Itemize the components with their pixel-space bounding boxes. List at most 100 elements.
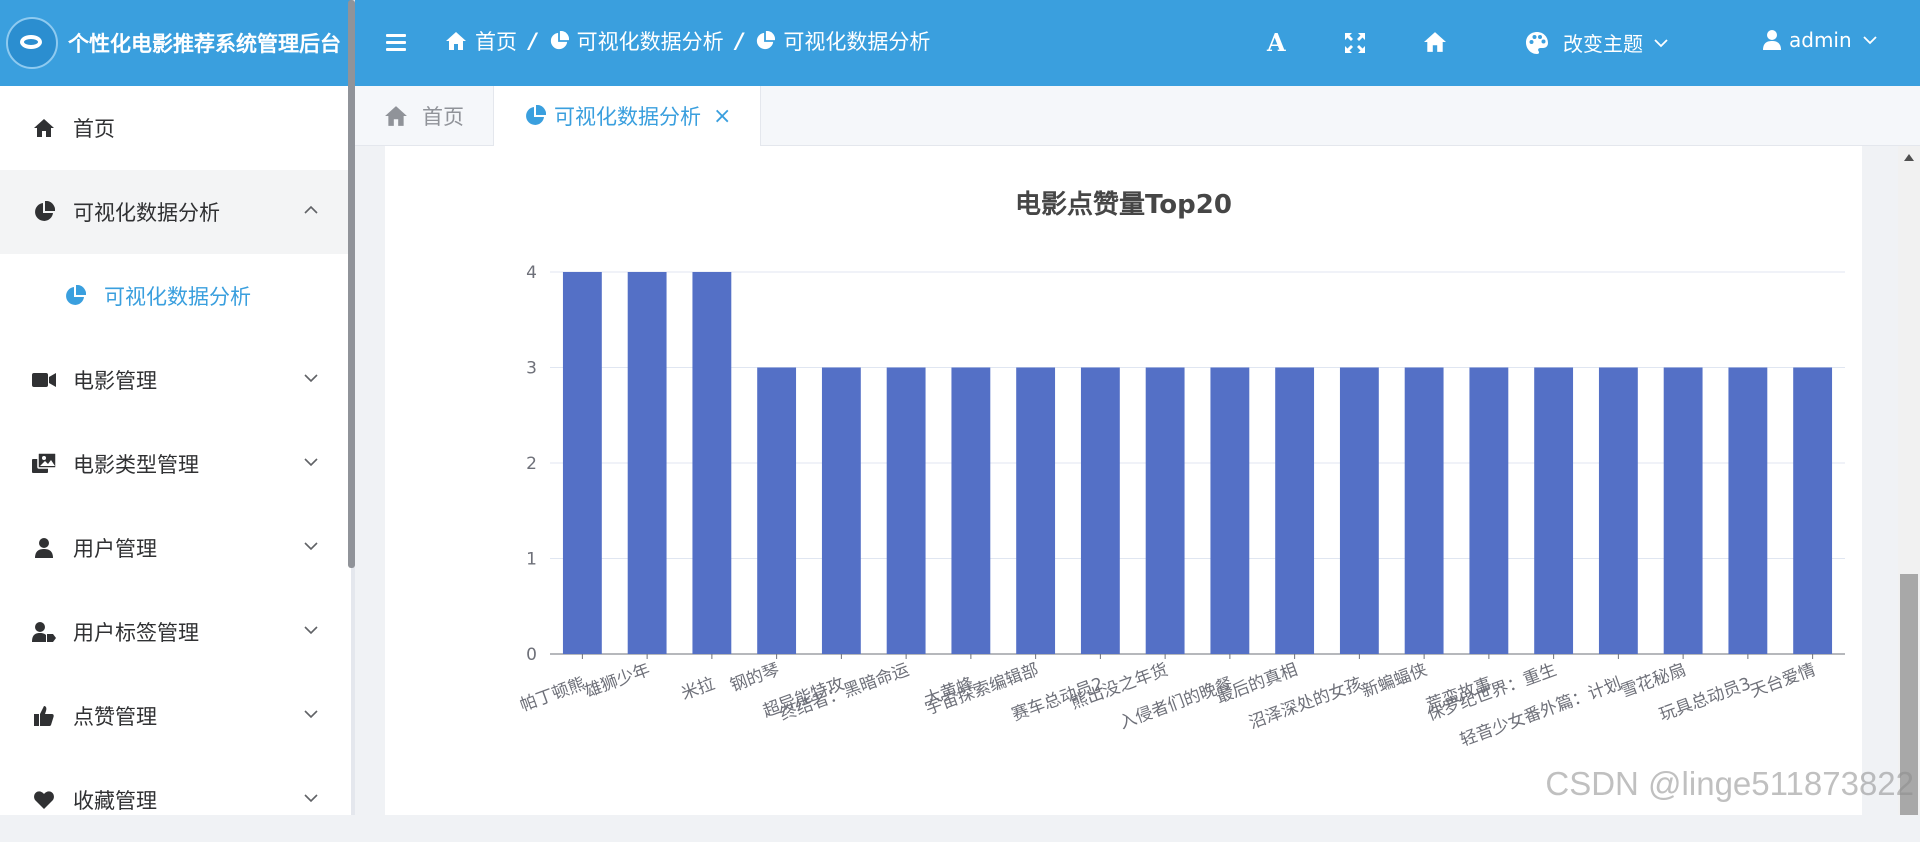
bar[interactable]	[1598, 367, 1638, 655]
tab-data-analysis[interactable]: 可视化数据分析 ×	[493, 86, 761, 146]
palette-icon	[1526, 31, 1548, 54]
pie-chart-icon	[757, 31, 776, 50]
bar[interactable]	[1145, 367, 1185, 655]
x-tick-label: 帕丁顿熊	[517, 674, 588, 716]
sidebar-scrollbar[interactable]	[348, 0, 355, 568]
x-tick-label: 天台爱情	[1748, 660, 1819, 702]
sidebar-subitem-data-analysis[interactable]: 可视化数据分析	[0, 254, 351, 338]
content-scrollbar[interactable]	[1898, 146, 1920, 815]
bar[interactable]	[821, 367, 861, 655]
home-icon	[32, 116, 56, 140]
tab-label: 首页	[422, 105, 464, 129]
breadcrumb-separator: /	[735, 29, 744, 53]
bar[interactable]	[1663, 367, 1703, 655]
user-icon	[1763, 30, 1781, 50]
sidebar-item-user-tag-management[interactable]: 用户标签管理	[0, 590, 351, 674]
bar[interactable]	[627, 272, 667, 654]
y-tick-label: 1	[526, 550, 537, 570]
user-dropdown[interactable]: admin	[1763, 28, 1878, 52]
sidebar: 个性化电影推荐系统管理后台 首页 可视化数据分析 可视化数据分析 电影管理 电影…	[0, 0, 351, 815]
pie-chart-icon	[526, 105, 546, 125]
close-tab-icon[interactable]: ×	[713, 104, 731, 129]
pie-chart-icon	[63, 284, 87, 308]
bar[interactable]	[1469, 367, 1509, 655]
sidebar-item-genre-management[interactable]: 电影类型管理	[0, 422, 351, 506]
font-icon: A	[1267, 28, 1286, 57]
home-icon	[446, 32, 466, 50]
chevron-up-icon	[304, 205, 318, 214]
bar[interactable]	[951, 367, 991, 655]
sidebar-item-home[interactable]: 首页	[0, 86, 351, 170]
bar[interactable]	[886, 367, 926, 655]
user-tag-icon	[32, 620, 56, 644]
bar[interactable]	[1339, 367, 1379, 655]
x-tick-label: 雪花秘扇	[1618, 660, 1689, 702]
video-camera-icon	[32, 368, 56, 392]
theme-dropdown[interactable]: 改变主题	[1525, 28, 1669, 57]
sidebar-item-label: 电影类型管理	[73, 453, 199, 477]
bar[interactable]	[1080, 367, 1120, 655]
bar[interactable]	[562, 272, 602, 654]
bar[interactable]	[1534, 367, 1574, 655]
sidebar-item-label: 可视化数据分析	[73, 201, 220, 225]
top-header: 首页 / 可视化数据分析 / 可视化数据分析 A 改变主题 admin	[355, 0, 1920, 86]
bar[interactable]	[692, 272, 732, 654]
watermark: CSDN @linge511873822	[1545, 765, 1914, 802]
y-tick-label: 0	[526, 645, 537, 665]
bar-chart: 01234帕丁顿熊雄狮少年 米拉 钢的琴超异能特攻终结者：黑暗命运 大黄蜂宇宙探索编辑…	[517, 263, 1845, 751]
chart-title: 电影点赞量Top20	[1015, 190, 1232, 220]
sidebar-item-user-management[interactable]: 用户管理	[0, 506, 351, 590]
sidebar-item-data-analysis[interactable]: 可视化数据分析	[0, 170, 351, 254]
theme-label: 改变主题	[1563, 32, 1643, 56]
sidebar-item-label: 用户标签管理	[73, 621, 199, 645]
chevron-down-icon	[1654, 38, 1668, 47]
x-tick-label: 米拉	[679, 674, 718, 704]
bar[interactable]	[757, 367, 797, 655]
home-icon	[1424, 32, 1446, 52]
sidebar-item-like-management[interactable]: 点赞管理	[0, 674, 351, 758]
x-tick-label: 新蝙蝠侠	[1359, 660, 1430, 702]
sidebar-item-label: 电影管理	[73, 369, 157, 393]
breadcrumb-data-analysis[interactable]: 可视化数据分析	[549, 26, 724, 56]
bar[interactable]	[1016, 367, 1056, 655]
font-size-button[interactable]: A	[1267, 28, 1286, 57]
sidebar-item-label: 首页	[73, 117, 115, 141]
thumbs-up-icon	[32, 704, 56, 728]
bar[interactable]	[1793, 367, 1833, 655]
breadcrumb-label: 首页	[475, 30, 517, 54]
chevron-down-icon	[304, 542, 318, 551]
fullscreen-icon	[1345, 33, 1365, 53]
chevron-down-icon	[304, 794, 318, 803]
brand-header: 个性化电影推荐系统管理后台	[0, 0, 351, 86]
fullscreen-button[interactable]	[1345, 33, 1365, 53]
home-icon	[385, 106, 407, 126]
scroll-up-arrow-icon[interactable]	[1904, 154, 1914, 161]
logo-icon	[6, 17, 58, 69]
bar[interactable]	[1275, 367, 1315, 655]
y-tick-label: 4	[526, 263, 537, 283]
sidebar-item-label: 用户管理	[73, 537, 157, 561]
tab-home[interactable]: 首页	[384, 86, 464, 146]
chevron-down-icon	[304, 458, 318, 467]
bar[interactable]	[1210, 367, 1250, 655]
breadcrumb-separator: /	[529, 29, 537, 53]
brand-title: 个性化电影推荐系统管理后台	[68, 32, 341, 56]
sidebar-item-favorite-management[interactable]: 收藏管理	[0, 758, 351, 842]
breadcrumb-home[interactable]: 首页	[445, 26, 517, 56]
bar[interactable]	[1728, 367, 1768, 655]
menu-toggle-icon[interactable]	[386, 34, 406, 52]
sidebar-item-movie-management[interactable]: 电影管理	[0, 338, 351, 422]
main-content: 0 1 2 3 4 帕丁顿熊 雄狮少年 米拉 钢的琴 超异能特攻 终结者：黑暗命运 大黄蜂 宇宙探索编辑…	[355, 146, 1920, 815]
home-button[interactable]	[1422, 31, 1448, 53]
user-name: admin	[1789, 28, 1852, 52]
pie-chart-icon	[550, 31, 569, 50]
chevron-down-icon	[304, 710, 318, 719]
images-icon	[32, 452, 56, 476]
heart-icon	[32, 788, 56, 812]
chart-panel: 0 1 2 3 4 帕丁顿熊 雄狮少年 米拉 钢的琴 超异能特攻 终结者：黑暗命运 大黄蜂 宇宙探索编辑…	[385, 146, 1862, 815]
user-icon	[32, 536, 56, 560]
breadcrumb: 首页 / 可视化数据分析 / 可视化数据分析	[445, 26, 930, 56]
sidebar-subitem-label: 可视化数据分析	[104, 285, 251, 309]
bar[interactable]	[1404, 367, 1444, 655]
x-tick-label: 钢的琴	[728, 660, 783, 696]
